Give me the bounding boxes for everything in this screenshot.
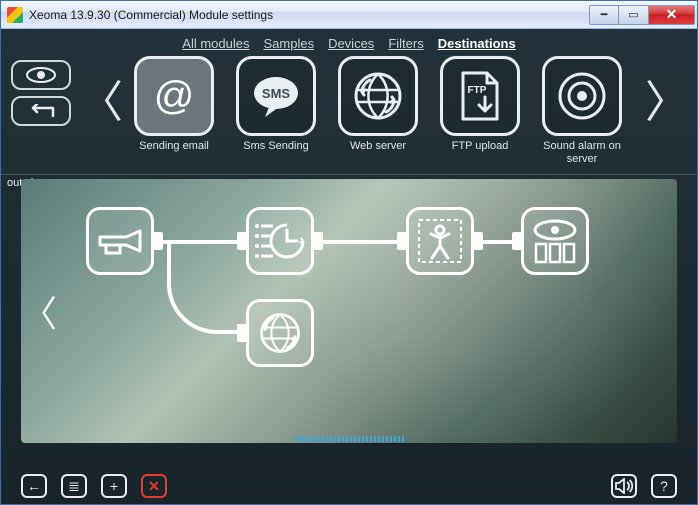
- module-label: Sms Sending: [243, 140, 308, 166]
- wire: [167, 242, 239, 334]
- workspace-prev-chevron-icon[interactable]: 〈: [21, 285, 57, 337]
- tab-filters[interactable]: Filters: [388, 36, 423, 51]
- at-icon: @: [154, 74, 195, 119]
- tab-samples[interactable]: Samples: [263, 36, 314, 51]
- module-sound-alarm[interactable]: Sound alarm on server: [539, 56, 625, 166]
- toolbar-back-button[interactable]: ←: [21, 474, 47, 498]
- toolbar-list-button[interactable]: ≣: [61, 474, 87, 498]
- globe-icon: [352, 70, 404, 122]
- tab-destinations[interactable]: Destinations: [438, 36, 516, 51]
- node-preview-archive[interactable]: [521, 207, 589, 275]
- ftp-icon: FTP: [455, 69, 505, 123]
- app-icon: [7, 7, 23, 23]
- x-icon: ✕: [148, 478, 160, 495]
- camera-icon: [96, 223, 144, 259]
- toolbar-help-button[interactable]: ?: [651, 474, 677, 498]
- module-label: Web server: [350, 140, 406, 166]
- toolbar-audio-button[interactable]: [611, 474, 637, 498]
- maximize-button[interactable]: ▭: [619, 5, 649, 25]
- module-sms-sending[interactable]: SMS Sms Sending: [233, 56, 319, 166]
- minimize-button[interactable]: ━: [589, 5, 619, 25]
- workspace-scroll-indicator[interactable]: [294, 436, 404, 442]
- tab-strip: All modules Samples Devices Filters Dest…: [1, 29, 697, 54]
- sms-icon: SMS: [251, 73, 301, 119]
- workspace-canvas[interactable]: 〈: [21, 179, 677, 443]
- globe-icon: [256, 309, 304, 357]
- close-button[interactable]: ✕: [649, 5, 695, 25]
- app-body: All modules Samples Devices Filters Dest…: [1, 29, 697, 504]
- module-sending-email[interactable]: @ Sending email: [131, 56, 217, 166]
- toolbar-add-button[interactable]: +: [101, 474, 127, 498]
- back-arrow-button[interactable]: [11, 96, 71, 126]
- carousel-prev-chevron-icon[interactable]: 〈: [77, 56, 125, 130]
- preview-eye-button[interactable]: [11, 60, 71, 90]
- preview-archive-icon: [530, 216, 580, 266]
- node-scheduler[interactable]: [246, 207, 314, 275]
- tab-all-modules[interactable]: All modules: [182, 36, 249, 51]
- wire: [482, 240, 513, 244]
- bottom-toolbar: ← ≣ + ✕ ?: [1, 468, 697, 504]
- module-label: Sending email: [139, 140, 209, 166]
- toolbar-delete-button[interactable]: ✕: [141, 474, 167, 498]
- audio-icon: [615, 478, 633, 494]
- node-camera[interactable]: [86, 207, 154, 275]
- motion-icon: [415, 216, 465, 266]
- wire: [322, 240, 398, 244]
- svg-text:SMS: SMS: [262, 86, 291, 101]
- speaker-icon: [556, 70, 608, 122]
- scheduler-icon: [255, 216, 305, 266]
- window-title: Xeoma 13.9.30 (Commercial) Module settin…: [29, 8, 589, 22]
- plus-icon: +: [110, 478, 118, 494]
- node-web[interactable]: [246, 299, 314, 367]
- module-label: FTP upload: [452, 140, 509, 166]
- node-motion[interactable]: [406, 207, 474, 275]
- arrow-left-icon: ←: [27, 478, 41, 494]
- module-label: Sound alarm on server: [539, 140, 625, 166]
- help-icon: ?: [660, 478, 668, 494]
- tab-devices[interactable]: Devices: [328, 36, 374, 51]
- svg-text:FTP: FTP: [468, 85, 487, 96]
- module-ftp-upload[interactable]: FTP FTP upload: [437, 56, 523, 166]
- module-carousel: 〈 @ Sending email SMS Sms Sending: [1, 54, 697, 175]
- window-titlebar: Xeoma 13.9.30 (Commercial) Module settin…: [1, 1, 697, 29]
- list-icon: ≣: [68, 478, 80, 495]
- carousel-next-chevron-icon[interactable]: 〉: [643, 56, 691, 130]
- module-web-server[interactable]: Web server: [335, 56, 421, 166]
